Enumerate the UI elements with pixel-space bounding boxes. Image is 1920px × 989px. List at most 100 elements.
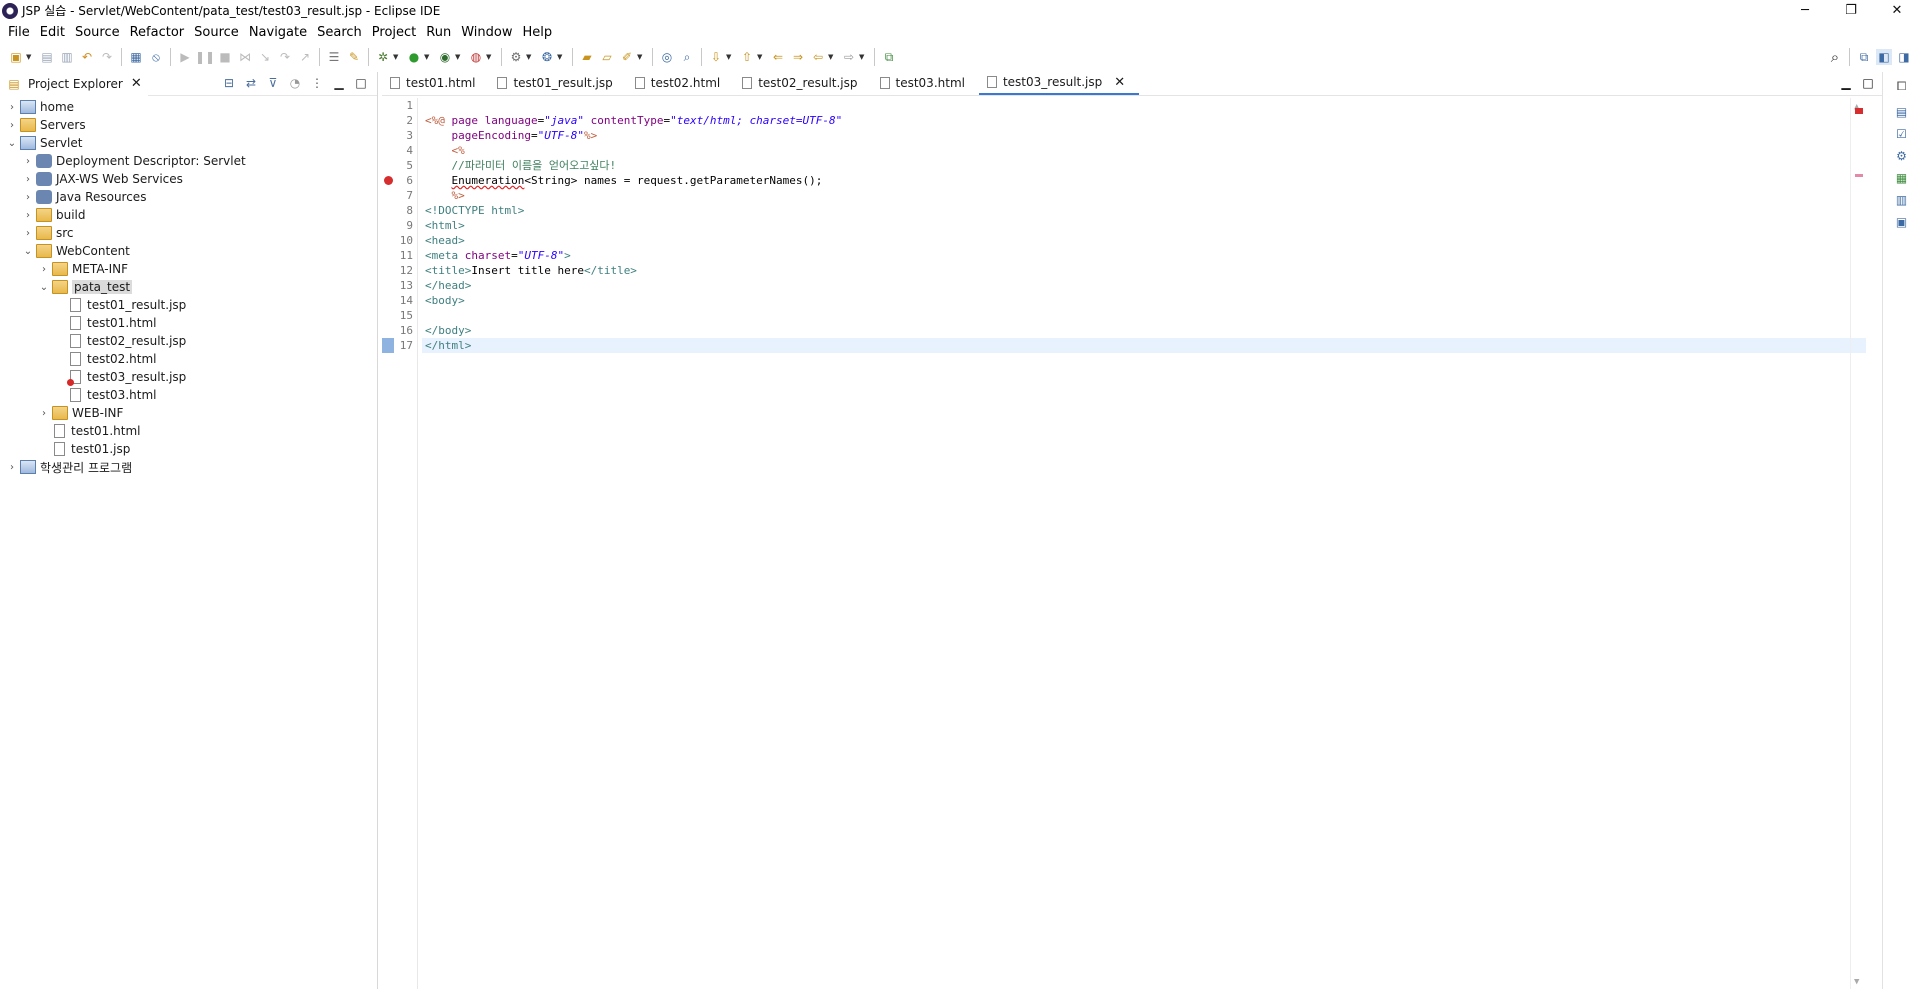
debug-perspective-icon[interactable]: ◨: [1896, 49, 1912, 65]
project-explorer-tab[interactable]: ▤ Project Explorer ✕: [0, 71, 148, 96]
code-lines[interactable]: <%@ page language="java" contentType="te…: [422, 98, 1866, 353]
new-server-dropdown-icon[interactable]: ▼: [526, 53, 534, 61]
disconnect-icon[interactable]: ⋈: [237, 49, 253, 65]
previous-annotation-dropdown-icon[interactable]: ▼: [757, 53, 765, 61]
task-list-icon[interactable]: ☑: [1894, 126, 1910, 142]
tree-item[interactable]: test01.jsp: [0, 440, 377, 458]
tree-item[interactable]: ⌄ WebContent: [0, 242, 377, 260]
tree-item[interactable]: ⌄ pata_test: [0, 278, 377, 296]
scroll-down-icon[interactable]: ▼: [1854, 977, 1859, 987]
new-class-dropdown-icon[interactable]: ▼: [557, 53, 565, 61]
minimize-button[interactable]: ─: [1782, 0, 1828, 21]
next-annotation-icon[interactable]: ⇩: [708, 49, 724, 65]
chevron-right-icon[interactable]: ›: [22, 192, 34, 203]
editor-tab[interactable]: test01_result.jsp: [489, 71, 626, 95]
new-dropdown-icon[interactable]: ▼: [26, 53, 34, 61]
previous-annotation-icon[interactable]: ⇧: [739, 49, 755, 65]
restore-icon[interactable]: ⧠: [1894, 78, 1910, 94]
menu-navigate[interactable]: Navigate: [244, 25, 312, 40]
open-task-icon[interactable]: ✐: [619, 49, 635, 65]
coverage-icon[interactable]: ◉: [437, 49, 453, 65]
tree-item[interactable]: › Deployment Descriptor: Servlet: [0, 152, 377, 170]
chevron-right-icon[interactable]: ›: [22, 174, 34, 185]
external-tools-icon[interactable]: ◍: [468, 49, 484, 65]
outline-icon[interactable]: ▤: [1894, 104, 1910, 120]
save-icon[interactable]: ▤: [39, 49, 55, 65]
menu-source[interactable]: Source: [70, 25, 125, 40]
overview-ruler[interactable]: ▲ ▼: [1850, 98, 1866, 989]
editor-tab[interactable]: test01.html: [382, 71, 489, 95]
code-editor[interactable]: 1 2 3 4 5 6 7 8 9 10 11 12 13 14 15 16 17 <%@ page langu…: [382, 98, 1866, 989]
debug-dropdown-icon[interactable]: ▼: [393, 53, 401, 61]
run-dropdown-icon[interactable]: ▼: [424, 53, 432, 61]
view-menu-icon[interactable]: ⋮: [309, 75, 325, 91]
menu-window[interactable]: Window: [456, 25, 517, 40]
editor-tab[interactable]: test03.html: [872, 71, 979, 95]
chevron-right-icon[interactable]: ›: [38, 264, 50, 275]
tree-item[interactable]: › home: [0, 98, 377, 116]
save-all-icon[interactable]: ▥: [59, 49, 75, 65]
editor-tab-active[interactable]: test03_result.jsp ✕: [978, 71, 1140, 95]
maximize-editor-icon[interactable]: □: [1860, 76, 1876, 90]
search-tool-icon[interactable]: ⌕: [679, 49, 695, 65]
focus-task-icon[interactable]: ◔: [287, 75, 303, 91]
tree-item[interactable]: test02_result.jsp: [0, 332, 377, 350]
editor-tab[interactable]: test02.html: [627, 71, 734, 95]
terminate-icon[interactable]: ■: [217, 49, 233, 65]
menu-edit[interactable]: Edit: [35, 25, 70, 40]
new-server-icon[interactable]: ⚙: [508, 49, 524, 65]
redo-icon[interactable]: ↷: [99, 49, 115, 65]
maximize-button[interactable]: ❐: [1828, 0, 1874, 21]
open-perspective-icon[interactable]: ⧉: [1856, 49, 1872, 65]
next-annotation-dropdown-icon[interactable]: ▼: [726, 53, 734, 61]
tree-item[interactable]: test01.html: [0, 314, 377, 332]
servers-view-icon[interactable]: ⚙: [1894, 148, 1910, 164]
chevron-down-icon[interactable]: ⌄: [22, 246, 34, 257]
menu-refactor[interactable]: Refactor: [125, 25, 190, 40]
pin-editor-icon[interactable]: ⧉: [881, 49, 897, 65]
run-icon[interactable]: ●: [406, 49, 422, 65]
web-browser-icon[interactable]: ◎: [659, 49, 675, 65]
chevron-down-icon[interactable]: ⌄: [38, 282, 50, 293]
forward-icon[interactable]: ⇨: [841, 49, 857, 65]
java-ee-perspective-icon[interactable]: ◧: [1876, 49, 1892, 65]
back-icon[interactable]: ⇦: [810, 49, 826, 65]
tree-item[interactable]: › WEB-INF: [0, 404, 377, 422]
console-view-icon[interactable]: ▣: [1894, 214, 1910, 230]
tree-item[interactable]: test01.html: [0, 422, 377, 440]
editor-tab[interactable]: test02_result.jsp: [734, 71, 871, 95]
close-tab-icon[interactable]: ✕: [1114, 75, 1125, 90]
chevron-down-icon[interactable]: ⌄: [6, 138, 18, 149]
menu-search[interactable]: Search: [312, 25, 367, 40]
new-icon[interactable]: ▣: [8, 49, 24, 65]
error-marker[interactable]: [1855, 108, 1863, 114]
link-with-editor-icon[interactable]: ⇄: [243, 75, 259, 91]
tree-item[interactable]: test01_result.jsp: [0, 296, 377, 314]
console-icon[interactable]: ▦: [128, 49, 144, 65]
close-window-button[interactable]: ✕: [1874, 0, 1920, 21]
skip-breakpoints-icon[interactable]: ⦸: [148, 49, 164, 65]
snippets-icon[interactable]: ▥: [1894, 192, 1910, 208]
coverage-dropdown-icon[interactable]: ▼: [455, 53, 463, 61]
chevron-right-icon[interactable]: ›: [6, 462, 18, 473]
tree-item[interactable]: › 학생관리 프로그램: [0, 458, 377, 476]
chevron-right-icon[interactable]: ›: [22, 210, 34, 221]
chevron-right-icon[interactable]: ›: [6, 120, 18, 131]
menu-help[interactable]: Help: [517, 25, 557, 40]
menu-source-2[interactable]: Source: [189, 25, 244, 40]
menu-file[interactable]: File: [3, 25, 35, 40]
chevron-right-icon[interactable]: ›: [22, 156, 34, 167]
forward-edit-icon[interactable]: ⇒: [790, 49, 806, 65]
tree-item[interactable]: › Servers: [0, 116, 377, 134]
external-tools-dropdown-icon[interactable]: ▼: [486, 53, 494, 61]
open-folder-icon[interactable]: ▱: [599, 49, 615, 65]
toggle-block-icon[interactable]: ☰: [326, 49, 342, 65]
collapse-all-icon[interactable]: ⊟: [221, 75, 237, 91]
open-task-dropdown-icon[interactable]: ▼: [637, 53, 645, 61]
undo-icon[interactable]: ↶: [79, 49, 95, 65]
annotation-marker[interactable]: [1855, 174, 1863, 177]
step-over-icon[interactable]: ↷: [277, 49, 293, 65]
resume-icon[interactable]: ▶: [177, 49, 193, 65]
close-icon[interactable]: ✕: [131, 76, 142, 91]
new-java-class-icon[interactable]: ❂: [539, 49, 555, 65]
